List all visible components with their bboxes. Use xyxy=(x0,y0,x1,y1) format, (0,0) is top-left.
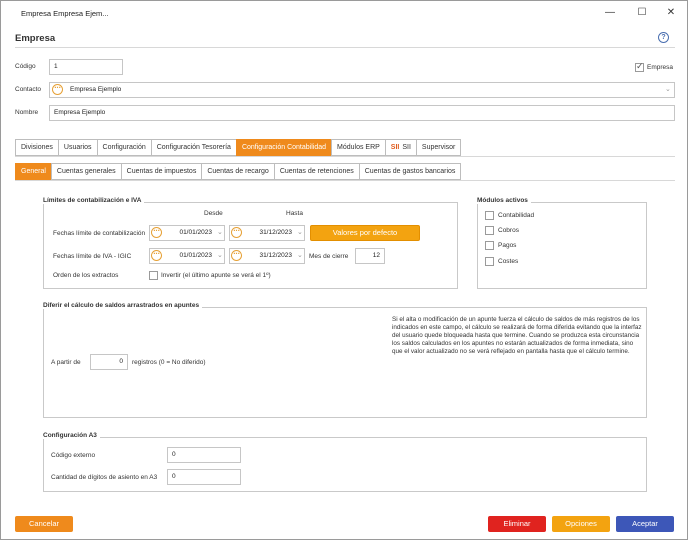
codigo-externo-input[interactable]: 0 xyxy=(167,447,241,463)
tab-configuracion-contabilidad[interactable]: Configuración Contabilidad xyxy=(235,139,331,156)
digitos-asiento-input[interactable]: 0 xyxy=(167,469,241,485)
nombre-label: Nombre xyxy=(15,109,39,116)
a3-title: Configuración A3 xyxy=(43,432,100,439)
subtab-cuentas-generales[interactable]: Cuentas generales xyxy=(50,163,121,180)
subtab-cuentas-impuestos[interactable]: Cuentas de impuestos xyxy=(120,163,202,180)
main-tabs: Divisiones Usuarios Configuración Config… xyxy=(15,139,462,156)
modulo-pagos-label: Pagos xyxy=(498,242,517,249)
subtab-cuentas-gastos-bancarios[interactable]: Cuentas de gastos bancarios xyxy=(358,163,462,180)
modulo-contabilidad-label: Contabilidad xyxy=(498,212,535,219)
contacto-combo[interactable]: Empresa Ejemplo xyxy=(49,82,675,98)
hasta-header: Hasta xyxy=(286,210,303,217)
nombre-input[interactable]: Empresa Ejemplo xyxy=(49,105,675,121)
title-bar: Empresa Empresa Ejem... — ☐ ✕ xyxy=(1,1,687,25)
calendar-options-icon[interactable] xyxy=(151,249,162,261)
digitos-asiento-label: Cantidad de dígitos de asiento en A3 xyxy=(51,474,158,481)
calendar-options-icon[interactable] xyxy=(231,249,242,261)
diferir-title: Diferir el cálculo de saldos arrastrados… xyxy=(43,302,203,309)
invertir-checkbox[interactable] xyxy=(149,271,158,280)
chevron-down-icon[interactable]: ⌄ xyxy=(217,251,223,259)
empresa-checkbox[interactable] xyxy=(635,61,644,72)
modulos-title: Módulos activos xyxy=(477,197,531,204)
tab-sii[interactable]: SII SII xyxy=(384,139,416,156)
codigo-label: Código xyxy=(15,63,36,70)
limites-title: Límites de contabilización e IVA xyxy=(43,197,145,204)
codigo-externo-label: Código externo xyxy=(51,452,96,459)
company-window: Empresa Empresa Ejem... — ☐ ✕ Empresa ? … xyxy=(0,0,688,540)
close-button[interactable]: ✕ xyxy=(660,5,682,21)
mes-cierre-input[interactable]: 12 xyxy=(355,248,385,264)
subtab-cuentas-retenciones[interactable]: Cuentas de retenciones xyxy=(273,163,359,180)
contacto-label: Contacto xyxy=(15,86,42,93)
subtab-general[interactable]: General xyxy=(15,163,51,180)
modulo-cobros-checkbox[interactable] xyxy=(485,226,494,235)
fechas-iva-label: Fechas límite de IVA - IGIC xyxy=(53,253,132,260)
window-title: Empresa Empresa Ejem... xyxy=(21,9,109,18)
sub-tabs: General Cuentas generales Cuentas de imp… xyxy=(15,163,462,180)
mes-cierre-label: Mes de cierre xyxy=(309,253,349,260)
subtabs-divider xyxy=(15,180,675,181)
calendar-options-icon[interactable] xyxy=(231,226,242,238)
tabs-divider xyxy=(15,156,675,157)
help-icon[interactable]: ? xyxy=(658,32,669,43)
cancel-button[interactable]: Cancelar xyxy=(15,516,73,532)
tab-supervisor[interactable]: Supervisor xyxy=(415,139,462,156)
chevron-down-icon[interactable]: ⌄ xyxy=(297,251,303,259)
modulo-costes-label: Costes xyxy=(498,258,519,265)
a3-group xyxy=(43,437,647,492)
modulo-costes-checkbox[interactable] xyxy=(485,257,494,266)
empresa-check-label: Empresa xyxy=(647,64,674,71)
more-options-icon[interactable] xyxy=(52,83,63,95)
registros-input[interactable]: 0 xyxy=(90,354,128,370)
tab-modulos-erp[interactable]: Módulos ERP xyxy=(331,139,385,156)
minimize-button[interactable]: — xyxy=(599,5,621,21)
codigo-input[interactable]: 1 xyxy=(49,59,123,75)
modulo-cobros-label: Cobros xyxy=(498,227,519,234)
calendar-options-icon[interactable] xyxy=(151,226,162,238)
orden-extractos-label: Orden de los extractos xyxy=(53,272,119,279)
valores-por-defecto-button[interactable]: Valores por defecto xyxy=(310,225,420,241)
page-title: Empresa xyxy=(15,33,56,44)
tab-usuarios[interactable]: Usuarios xyxy=(57,139,97,156)
desde-header: Desde xyxy=(204,210,223,217)
tab-divisiones[interactable]: Divisiones xyxy=(15,139,58,156)
accept-button[interactable]: Aceptar xyxy=(616,516,674,532)
sii-icon: SII xyxy=(390,144,400,151)
delete-button[interactable]: Eliminar xyxy=(488,516,546,532)
tab-configuracion-tesoreria[interactable]: Configuración Tesorería xyxy=(150,139,236,156)
fechas-contab-label: Fechas límite de contabilización xyxy=(53,230,146,237)
subtab-cuentas-recargo[interactable]: Cuentas de recargo xyxy=(201,163,274,180)
a-partir-de-label: A partir de xyxy=(51,359,81,366)
tab-configuracion[interactable]: Configuración xyxy=(96,139,151,156)
modulo-contabilidad-checkbox[interactable] xyxy=(485,211,494,220)
chevron-down-icon[interactable]: ⌄ xyxy=(297,228,303,236)
tab-sii-label: SII xyxy=(402,144,411,151)
modulo-pagos-checkbox[interactable] xyxy=(485,241,494,250)
divider xyxy=(15,47,675,48)
chevron-down-icon[interactable]: ⌄ xyxy=(665,85,671,93)
options-button[interactable]: Opciones xyxy=(552,516,610,532)
chevron-down-icon[interactable]: ⌄ xyxy=(217,228,223,236)
maximize-button[interactable]: ☐ xyxy=(631,5,653,21)
registros-label: registros (0 = No diferido) xyxy=(132,359,206,366)
invertir-label: Invertir (el último apunte se verá el 1º… xyxy=(161,272,271,279)
diferir-info-text: Si el alta o modificación de un apunte f… xyxy=(392,316,642,355)
